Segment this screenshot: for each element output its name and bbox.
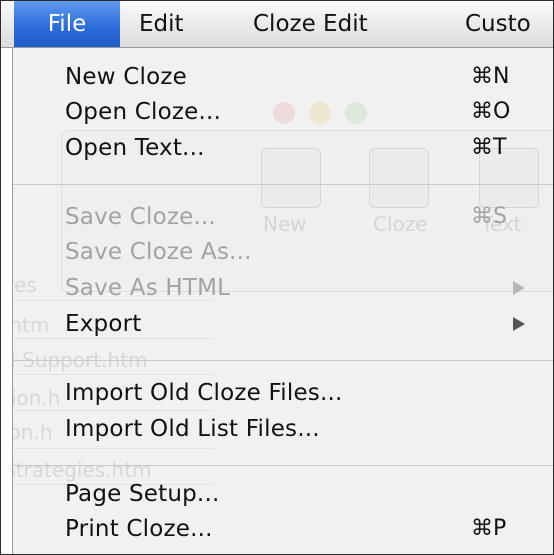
menu-item-label: Import Old Cloze Files...	[65, 380, 343, 406]
menu-item-label: Save As HTML	[65, 275, 231, 301]
menu-item-save-as-html: Save As HTML	[13, 270, 553, 306]
menu-item-import-old-list-files[interactable]: Import Old List Files...	[13, 411, 553, 447]
submenu-arrow-icon	[513, 281, 525, 295]
menu-separator	[13, 184, 553, 185]
menu-item-label: Export	[65, 311, 142, 337]
menu-item-save-cloze-as: Save Cloze As...	[13, 234, 553, 270]
menu-item-label: Print Cloze...	[65, 516, 213, 542]
menu-item-shortcut: ⌘T	[471, 135, 507, 160]
menu-separator	[13, 465, 553, 466]
menu-item-shortcut: ⌘S	[471, 204, 507, 229]
menu-item-open-text[interactable]: Open Text... ⌘T	[13, 130, 553, 166]
menu-custom-truncated[interactable]: Custo	[457, 1, 539, 47]
menu-bar: File Edit Cloze Edit Custo	[1, 1, 553, 48]
menu-item-shortcut: ⌘P	[471, 516, 507, 541]
menu-item-label: New Cloze	[65, 64, 188, 90]
menu-item-label: Open Text...	[65, 135, 205, 161]
menu-cloze-edit[interactable]: Cloze Edit	[245, 1, 376, 47]
menu-item-import-old-cloze-files[interactable]: Import Old Cloze Files...	[13, 375, 553, 411]
menu-item-open-cloze[interactable]: Open Cloze... ⌘O	[13, 94, 553, 130]
menu-item-label: Open Cloze...	[65, 99, 222, 125]
menu-item-shortcut: ⌘N	[471, 64, 510, 89]
menu-item-page-setup[interactable]: Page Setup...	[13, 476, 553, 512]
menu-item-new-cloze[interactable]: New Cloze ⌘N	[13, 59, 553, 95]
menu-item-export[interactable]: Export	[13, 306, 553, 342]
menu-item-label: Save Cloze...	[65, 204, 217, 230]
menu-item-shortcut: ⌘O	[471, 99, 511, 124]
submenu-arrow-icon	[513, 317, 525, 331]
screenshot-frame: File Edit Cloze Edit Custo New Cloze Tex…	[0, 0, 554, 555]
menu-separator	[13, 360, 553, 361]
menu-item-print-cloze[interactable]: Print Cloze... ⌘P	[13, 511, 553, 547]
menu-item-label: Page Setup...	[65, 481, 220, 507]
menu-item-save-cloze: Save Cloze... ⌘S	[13, 199, 553, 235]
file-menu-dropdown: New Cloze Text iles .htm d Support.htm t…	[12, 48, 553, 554]
menu-item-label: Save Cloze As...	[65, 239, 252, 265]
menu-edit[interactable]: Edit	[131, 1, 192, 47]
menu-item-label: Import Old List Files...	[65, 416, 320, 442]
menu-file[interactable]: File	[14, 1, 120, 47]
